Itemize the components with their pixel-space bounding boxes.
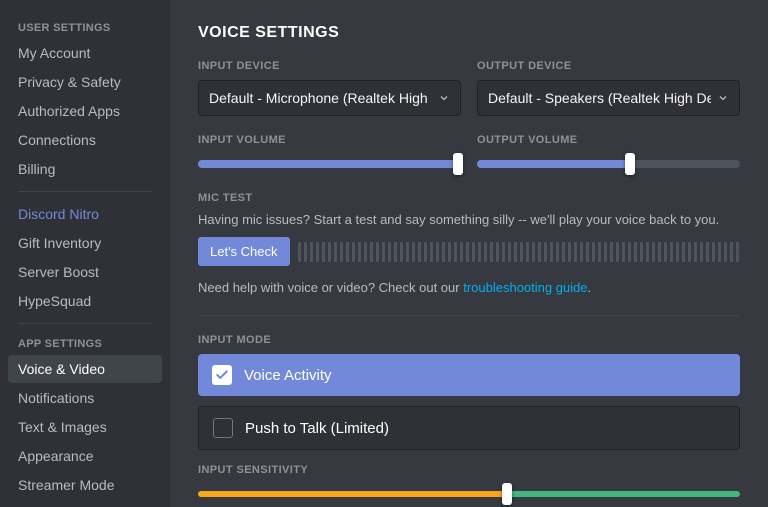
- slider-thumb[interactable]: [502, 483, 512, 505]
- input-volume-label: INPUT VOLUME: [198, 134, 461, 146]
- chevron-down-icon: [717, 92, 729, 104]
- sidebar-separator: [18, 323, 152, 324]
- troubleshooting-link[interactable]: troubleshooting guide: [463, 280, 587, 295]
- mic-test-description: Having mic issues? Start a test and say …: [198, 212, 740, 227]
- sidebar-item-text-images[interactable]: Text & Images: [8, 413, 162, 441]
- input-device-select[interactable]: Default - Microphone (Realtek High Defin…: [198, 80, 461, 116]
- output-volume-slider[interactable]: [477, 154, 740, 174]
- mode-label: Push to Talk (Limited): [245, 420, 389, 437]
- sidebar-item-privacy-safety[interactable]: Privacy & Safety: [8, 68, 162, 96]
- input-volume-slider[interactable]: [198, 154, 461, 174]
- output-device-value: Default - Speakers (Realtek High Definit…: [488, 90, 711, 106]
- input-mode-voice-activity[interactable]: Voice Activity: [198, 354, 740, 396]
- chevron-down-icon: [438, 92, 450, 104]
- slider-thumb[interactable]: [453, 153, 463, 175]
- sidebar: USER SETTINGS My AccountPrivacy & Safety…: [0, 0, 170, 507]
- sidebar-item-appearance[interactable]: Appearance: [8, 442, 162, 470]
- sidebar-item-server-boost[interactable]: Server Boost: [8, 258, 162, 286]
- sidebar-item-billing[interactable]: Billing: [8, 155, 162, 183]
- output-device-label: OUTPUT DEVICE: [477, 60, 740, 72]
- mic-level-meter: [298, 242, 740, 262]
- input-sensitivity-label: INPUT SENSITIVITY: [198, 464, 740, 476]
- output-device-select[interactable]: Default - Speakers (Realtek High Definit…: [477, 80, 740, 116]
- sidebar-header-app-settings: APP SETTINGS: [8, 332, 162, 354]
- input-mode-push-to-talk[interactable]: Push to Talk (Limited): [198, 406, 740, 450]
- main-content: VOICE SETTINGS INPUT DEVICE Default - Mi…: [170, 0, 768, 507]
- sidebar-item-my-account[interactable]: My Account: [8, 39, 162, 67]
- sidebar-item-streamer-mode[interactable]: Streamer Mode: [8, 471, 162, 499]
- checkbox-unchecked-icon: [213, 418, 233, 438]
- input-sensitivity-slider[interactable]: [198, 484, 740, 504]
- sidebar-item-connections[interactable]: Connections: [8, 126, 162, 154]
- sidebar-header-user-settings: USER SETTINGS: [8, 16, 162, 38]
- help-text: Need help with voice or video? Check out…: [198, 280, 740, 295]
- sidebar-item-gift-inventory[interactable]: Gift Inventory: [8, 229, 162, 257]
- sidebar-item-notifications[interactable]: Notifications: [8, 384, 162, 412]
- sidebar-item-hypesquad[interactable]: HypeSquad: [8, 287, 162, 315]
- input-mode-label: INPUT MODE: [198, 334, 740, 346]
- divider: [198, 315, 740, 316]
- slider-thumb[interactable]: [625, 153, 635, 175]
- input-device-label: INPUT DEVICE: [198, 60, 461, 72]
- input-device-value: Default - Microphone (Realtek High Defin…: [209, 90, 432, 106]
- sidebar-item-discord-nitro[interactable]: Discord Nitro: [8, 200, 162, 228]
- sidebar-item-voice-video[interactable]: Voice & Video: [8, 355, 162, 383]
- sidebar-item-authorized-apps[interactable]: Authorized Apps: [8, 97, 162, 125]
- sidebar-separator: [18, 191, 152, 192]
- lets-check-button[interactable]: Let's Check: [198, 237, 290, 266]
- sidebar-item-language[interactable]: Language: [8, 500, 162, 507]
- output-volume-label: OUTPUT VOLUME: [477, 134, 740, 146]
- mode-label: Voice Activity: [244, 367, 332, 384]
- checkbox-checked-icon: [212, 365, 232, 385]
- mic-test-label: MIC TEST: [198, 192, 740, 204]
- page-title: VOICE SETTINGS: [198, 24, 740, 42]
